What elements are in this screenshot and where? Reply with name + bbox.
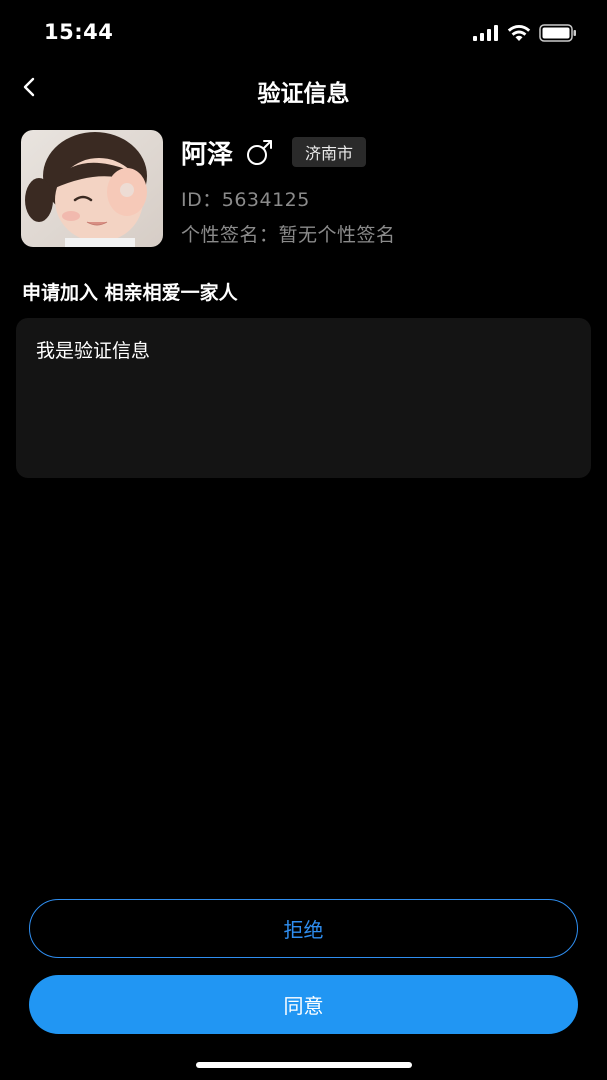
status-bar: 15:44 [0,0,607,70]
user-signature: 个性签名：暂无个性签名 [181,224,396,246]
user-id: ID：5634125 [181,189,310,211]
profile-card: 阿泽 济南市 ID：5634125 个性签名：暂无个性签名 [21,130,591,248]
city-badge: 济南市 [292,137,367,167]
status-time: 15:44 [44,20,114,44]
male-icon [245,137,275,167]
nav-bar: 验证信息 [0,64,607,114]
wifi-icon [507,24,531,46]
verification-message-box: 我是验证信息 [16,318,591,478]
name-row: 阿泽 济南市 [181,136,367,170]
reject-button[interactable]: 拒绝 [29,899,578,958]
reject-button-label: 拒绝 [283,918,324,942]
status-icons [473,24,577,46]
home-indicator [196,1062,412,1068]
user-name: 阿泽 [181,139,234,170]
agree-button[interactable]: 同意 [29,975,578,1034]
battery-icon [539,24,577,46]
signal-icon [473,25,499,45]
page-title: 验证信息 [257,81,350,107]
request-title: 申请加入 相亲相爱一家人 [22,282,238,304]
verification-message: 我是验证信息 [36,340,151,362]
agree-button-label: 同意 [283,994,324,1018]
avatar[interactable] [21,130,163,247]
